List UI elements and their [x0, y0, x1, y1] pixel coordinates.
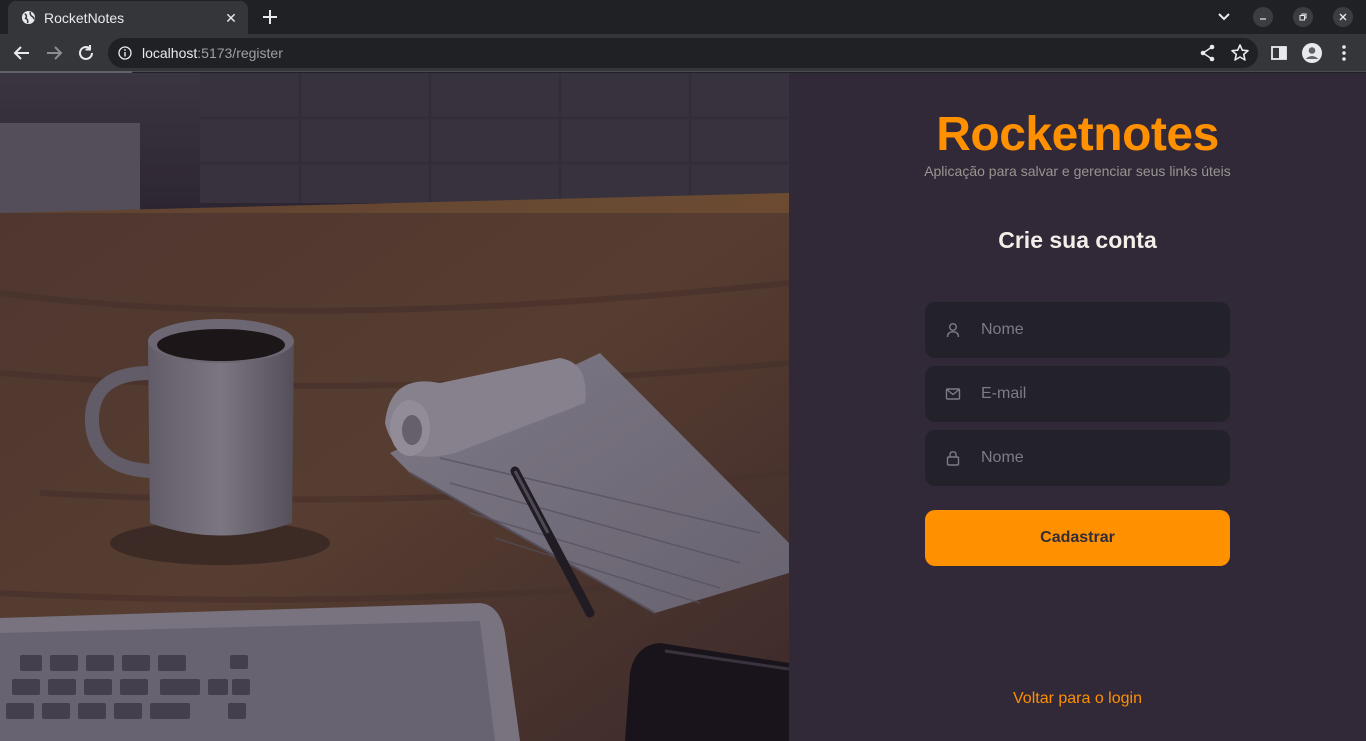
close-icon — [1339, 13, 1347, 21]
email-input[interactable] — [981, 366, 1221, 422]
user-icon — [946, 323, 960, 338]
new-tab-icon[interactable] — [258, 5, 282, 29]
mail-icon — [945, 388, 961, 400]
url-path: :5173/register — [197, 45, 283, 61]
register-form-panel: Rocketnotes Aplicação para salvar e gere… — [789, 73, 1366, 741]
window-close-button[interactable] — [1333, 7, 1353, 27]
email-field[interactable] — [925, 366, 1230, 422]
url-text: localhost:5173/register — [142, 45, 283, 61]
brand-subtitle: Aplicação para salvar e gerenciar seus l… — [924, 163, 1231, 179]
reload-icon[interactable] — [75, 42, 97, 64]
back-to-login-link[interactable]: Voltar para o login — [789, 690, 1366, 708]
bookmark-star-icon[interactable] — [1229, 42, 1251, 64]
form-title: Crie sua conta — [998, 227, 1157, 253]
close-icon[interactable]: ✕ — [222, 9, 240, 27]
background-image — [0, 73, 789, 741]
globe-icon — [21, 10, 36, 25]
more-menu-icon[interactable] — [1333, 42, 1355, 64]
name-input[interactable] — [981, 302, 1221, 358]
info-icon[interactable] — [118, 46, 132, 60]
register-button[interactable]: Cadastrar — [925, 510, 1230, 566]
browser-toolbar: localhost:5173/register — [0, 34, 1366, 72]
name-field[interactable] — [925, 302, 1230, 358]
restore-icon — [1299, 13, 1307, 21]
browser-tab[interactable]: RocketNotes ✕ — [8, 1, 248, 34]
minimize-button[interactable] — [1253, 7, 1273, 27]
minimize-icon — [1260, 18, 1266, 20]
password-field[interactable] — [925, 430, 1230, 486]
back-arrow-icon[interactable] — [11, 42, 33, 64]
url-host: localhost — [142, 45, 198, 61]
brand-title: Rocketnotes — [936, 108, 1219, 161]
browser-tab-bar: RocketNotes ✕ — [0, 0, 1366, 34]
restore-button[interactable] — [1293, 7, 1313, 27]
desk-photo — [0, 73, 789, 741]
side-panel-icon[interactable] — [1268, 42, 1290, 64]
tab-title: RocketNotes — [44, 10, 125, 26]
forward-arrow-icon[interactable] — [43, 42, 65, 64]
lock-icon — [946, 451, 960, 466]
share-icon[interactable] — [1197, 42, 1219, 64]
chevron-down-icon[interactable] — [1212, 8, 1236, 26]
address-bar[interactable]: localhost:5173/register — [108, 38, 1258, 68]
register-page: Rocketnotes Aplicação para salvar e gere… — [0, 73, 1366, 741]
profile-avatar-icon[interactable] — [1301, 42, 1323, 64]
password-input[interactable] — [981, 430, 1221, 486]
